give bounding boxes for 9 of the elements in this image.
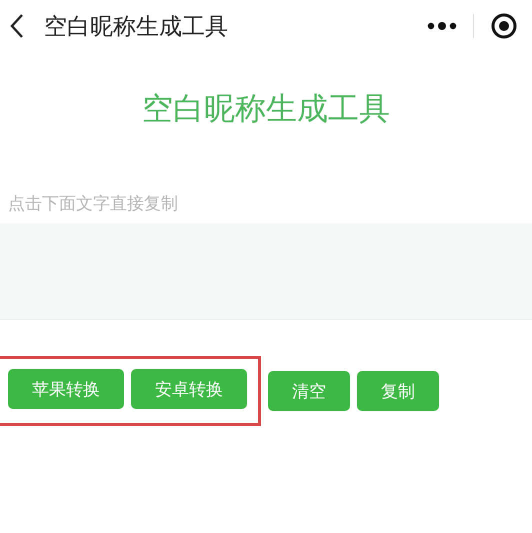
back-icon[interactable] (10, 13, 24, 39)
more-icon[interactable] (427, 22, 457, 30)
action-button[interactable]: 复制 (357, 371, 439, 411)
page-title: 空白昵称生成工具 (44, 12, 229, 42)
action-button[interactable]: 苹果转换 (8, 369, 124, 409)
action-button[interactable]: 安卓转换 (131, 369, 247, 409)
action-button[interactable]: 清空 (268, 371, 350, 411)
hint-text: 点击下面文字直接复制 (8, 193, 179, 215)
heading: 空白昵称生成工具 (141, 90, 391, 129)
